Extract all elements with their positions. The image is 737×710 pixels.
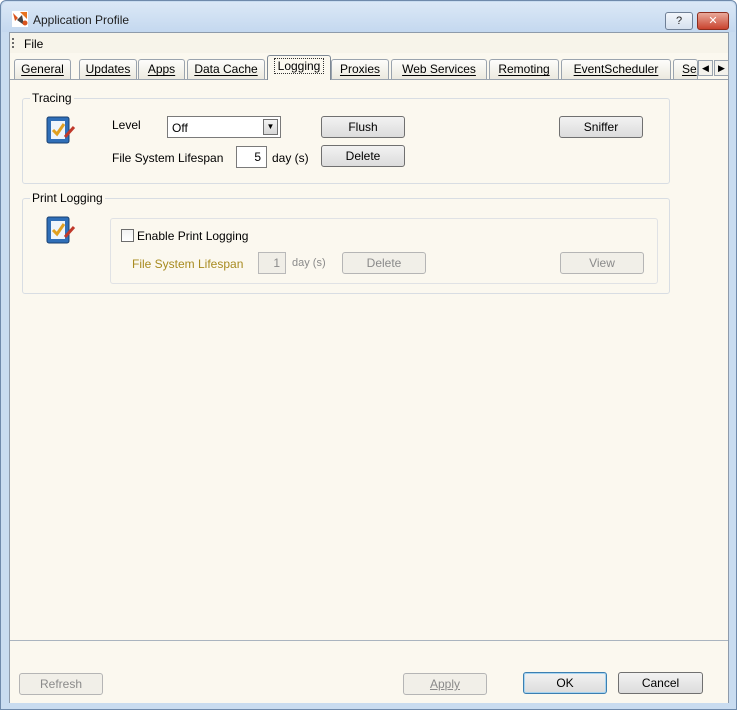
apply-button[interactable]: Apply — [403, 673, 487, 695]
menu-grip — [12, 38, 14, 48]
tracing-delete-button[interactable]: Delete — [321, 145, 405, 167]
tracing-group-title: Tracing — [30, 91, 74, 105]
enable-print-logging-label[interactable]: Enable Print Logging — [137, 229, 248, 243]
print-logging-group-title: Print Logging — [30, 191, 105, 205]
tracing-lifespan-input[interactable]: 5 — [236, 146, 267, 168]
print-lifespan-unit: day (s) — [292, 257, 326, 269]
tab-apps[interactable]: Apps — [138, 59, 185, 79]
flush-button[interactable]: Flush — [321, 116, 405, 138]
window-title: Application Profile — [33, 13, 130, 27]
tab-event-scheduler[interactable]: EventScheduler — [561, 59, 671, 79]
menu-file[interactable]: File — [24, 37, 43, 51]
title-bar[interactable]: Application Profile ? ✕ — [2, 2, 735, 32]
tab-scroll-left-icon[interactable]: ◀ — [698, 60, 713, 76]
enable-print-logging-checkbox[interactable] — [121, 229, 134, 242]
print-delete-button[interactable]: Delete — [342, 252, 426, 274]
footer-bar: Refresh Apply OK Cancel — [10, 640, 728, 703]
tracing-level-select[interactable]: Off ▼ — [167, 116, 281, 138]
print-logging-group: Print Logging Enable Print Logging File … — [22, 191, 670, 294]
tab-updates[interactable]: Updates — [79, 59, 137, 79]
apply-label: Apply — [429, 677, 461, 691]
tab-logging-label: Logging — [273, 58, 325, 74]
tracing-group: Tracing Level Off ▼ File System Lifespan… — [22, 91, 670, 184]
tab-strip: General Updates Apps Data Cache Logging … — [10, 55, 729, 80]
tab-web-services[interactable]: Web Services — [391, 59, 487, 79]
tab-scroll-right-icon[interactable]: ▶ — [714, 60, 729, 76]
tab-remoting[interactable]: Remoting — [489, 59, 559, 79]
chevron-down-icon[interactable]: ▼ — [263, 119, 278, 135]
tab-general[interactable]: General — [14, 59, 71, 79]
clipboard-check-icon — [46, 216, 76, 244]
refresh-button[interactable]: Refresh — [19, 673, 103, 695]
print-lifespan-label: File System Lifespan — [132, 257, 244, 271]
tracing-level-value: Off — [172, 121, 188, 135]
tab-data-cache[interactable]: Data Cache — [187, 59, 265, 79]
menu-bar: File — [10, 33, 728, 53]
tab-logging[interactable]: Logging — [267, 55, 331, 80]
close-button[interactable]: ✕ — [697, 12, 729, 30]
tab-proxies[interactable]: Proxies — [331, 59, 389, 79]
tracing-lifespan-label: File System Lifespan — [112, 151, 224, 165]
view-button[interactable]: View — [560, 252, 644, 274]
tab-se[interactable]: Se — [673, 59, 698, 79]
help-button[interactable]: ? — [665, 12, 693, 30]
clipboard-check-icon — [46, 116, 76, 144]
print-logging-inner-panel: Enable Print Logging File System Lifespa… — [110, 218, 658, 284]
cancel-button[interactable]: Cancel — [618, 672, 703, 694]
client-area: File General Updates Apps Data Cache Log… — [9, 32, 729, 703]
app-logo-icon — [12, 11, 28, 27]
tracing-lifespan-unit: day (s) — [272, 151, 309, 165]
logging-tab-page: Tracing Level Off ▼ File System Lifespan… — [10, 79, 728, 640]
tracing-level-label: Level — [112, 118, 141, 132]
application-profile-window: Application Profile ? ✕ File General Upd… — [0, 0, 737, 710]
print-lifespan-input[interactable]: 1 — [258, 252, 286, 274]
sniffer-button[interactable]: Sniffer — [559, 116, 643, 138]
ok-button[interactable]: OK — [523, 672, 607, 694]
